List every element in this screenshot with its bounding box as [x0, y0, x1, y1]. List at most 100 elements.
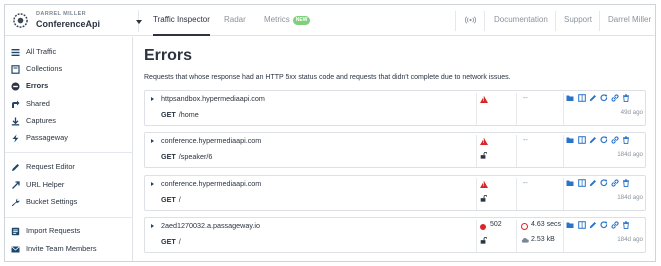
trash-icon[interactable] — [622, 136, 630, 144]
request-age: 49d ago — [620, 109, 643, 116]
documentation-link[interactable]: Documentation — [494, 5, 548, 36]
sidebar-item-passageway[interactable]: Passageway — [11, 131, 129, 145]
status-column: 502 — [476, 220, 516, 252]
duration-column: -- — [516, 93, 563, 125]
request-age: 184d ago — [617, 151, 643, 158]
trash-icon[interactable] — [622, 179, 630, 187]
status-column: ! — [476, 178, 516, 210]
edit-icon[interactable] — [589, 136, 597, 144]
sidebar-item-label: URL Helper — [26, 180, 65, 189]
sidebar-item-invite-team-members[interactable]: Invite Team Members — [11, 242, 129, 256]
unlock-icon — [480, 237, 487, 244]
request-path: / — [178, 195, 181, 204]
sidebar-item-label: Collections — [26, 64, 63, 73]
sidebar-item-all-traffic[interactable]: All Traffic — [11, 45, 129, 59]
warning-mark: ! — [482, 182, 485, 188]
broadcast-icon — [465, 16, 476, 24]
sidebar-item-request-editor[interactable]: Request Editor — [11, 160, 129, 174]
sidebar-item-bucket-settings[interactable]: Bucket Settings — [11, 195, 129, 209]
workspace-switcher[interactable]: DARREL MILLER ConferenceApi — [11, 10, 142, 32]
new-badge: NEW — [292, 16, 311, 25]
tab-metrics[interactable]: Metrics NEW — [264, 5, 311, 36]
sidebar-item-shared[interactable]: Shared — [11, 97, 129, 111]
request-age: 184d ago — [617, 236, 643, 243]
tab-metrics-label: Metrics — [264, 15, 290, 24]
request-line: GET / — [161, 237, 181, 246]
status-column: ! — [476, 135, 516, 167]
request-age: 184d ago — [617, 194, 643, 201]
retry-icon[interactable] — [600, 179, 608, 187]
request-row[interactable]: httpsandbox.hypermediaapi.com GET/home !… — [144, 90, 646, 126]
expand-arrow-icon[interactable] — [151, 224, 154, 228]
folder-icon[interactable] — [566, 221, 574, 229]
error-status-dot-icon — [480, 224, 486, 230]
retry-icon[interactable] — [600, 94, 608, 102]
request-line: GET/speaker/6 — [161, 152, 212, 161]
request-path: /home — [178, 110, 199, 119]
compare-icon[interactable] — [578, 136, 586, 144]
account-menu[interactable]: Darrel Miller — [608, 5, 651, 36]
sidebar-item-import-requests[interactable]: Import Requests — [11, 224, 129, 238]
workspace-name: ConferenceApi — [36, 19, 101, 29]
duration-column: 4.63 secs 2.53 kB — [516, 220, 563, 252]
retry-icon[interactable] — [600, 136, 608, 144]
collections-icon — [11, 65, 20, 74]
folder-icon[interactable] — [566, 179, 574, 187]
duration-text: -- — [523, 180, 528, 187]
link-icon[interactable] — [611, 136, 619, 144]
top-bar: DARREL MILLER ConferenceApi Traffic Insp… — [5, 5, 655, 36]
support-link[interactable]: Support — [564, 5, 592, 36]
trash-icon[interactable] — [622, 221, 630, 229]
folder-icon[interactable] — [566, 94, 574, 102]
request-row[interactable]: 2aed1270032.a.passageway.io GET/ 502 4.6… — [144, 217, 646, 253]
chevron-down-icon[interactable] — [136, 20, 142, 24]
response-size: 2.53 kB — [531, 236, 555, 243]
url-icon — [12, 181, 20, 189]
status-code: 502 — [490, 221, 502, 228]
request-path: /speaker/6 — [178, 152, 213, 161]
user-name: DARREL MILLER — [36, 11, 87, 17]
compare-icon[interactable] — [578, 94, 586, 102]
sidebar-item-url-helper[interactable]: URL Helper — [11, 178, 129, 192]
sidebar-item-label: Passageway — [26, 133, 68, 142]
sidebar-item-errors[interactable]: Errors — [11, 79, 129, 93]
retry-icon[interactable] — [600, 221, 608, 229]
duration-text: 4.63 secs — [531, 221, 561, 228]
expand-arrow-icon[interactable] — [151, 97, 154, 101]
sidebar-item-captures[interactable]: Captures — [11, 114, 129, 128]
link-icon[interactable] — [611, 179, 619, 187]
request-row[interactable]: conference.hypermediaapi.com GET / ! -- 1… — [144, 175, 646, 211]
clock-icon — [521, 223, 528, 230]
unlock-icon — [480, 195, 487, 202]
folder-icon[interactable] — [566, 136, 574, 144]
link-icon[interactable] — [611, 221, 619, 229]
shared-icon — [12, 100, 20, 108]
nav-divider — [599, 11, 600, 31]
compare-icon[interactable] — [578, 179, 586, 187]
request-method: GET — [161, 195, 176, 204]
request-row[interactable]: conference.hypermediaapi.com GET/speaker… — [144, 132, 646, 168]
edit-icon[interactable] — [589, 221, 597, 229]
sidebar: All Traffic Collections Errors Shared Ca… — [5, 37, 133, 261]
trash-icon[interactable] — [622, 94, 630, 102]
app-window: DARREL MILLER ConferenceApi Traffic Insp… — [4, 4, 656, 262]
duration-text: -- — [523, 137, 528, 144]
expand-arrow-icon[interactable] — [151, 182, 154, 186]
compare-icon[interactable] — [578, 221, 586, 229]
tab-traffic-inspector[interactable]: Traffic Inspector — [153, 5, 210, 36]
nav-divider — [555, 11, 556, 31]
request-method: GET — [161, 110, 176, 119]
edit-icon[interactable] — [589, 94, 597, 102]
sidebar-item-label: Import Requests — [26, 226, 81, 235]
duration-column: -- — [516, 178, 563, 210]
expand-arrow-icon[interactable] — [151, 139, 154, 143]
runscope-logo-icon — [13, 13, 28, 28]
request-host: 2aed1270032.a.passageway.io — [161, 221, 260, 230]
duration-text: -- — [523, 95, 528, 102]
sidebar-item-collections[interactable]: Collections — [11, 62, 129, 76]
broadcast-button[interactable] — [465, 5, 477, 36]
captures-icon — [11, 117, 20, 126]
edit-icon[interactable] — [589, 179, 597, 187]
tab-radar[interactable]: Radar — [224, 5, 246, 36]
link-icon[interactable] — [611, 94, 619, 102]
